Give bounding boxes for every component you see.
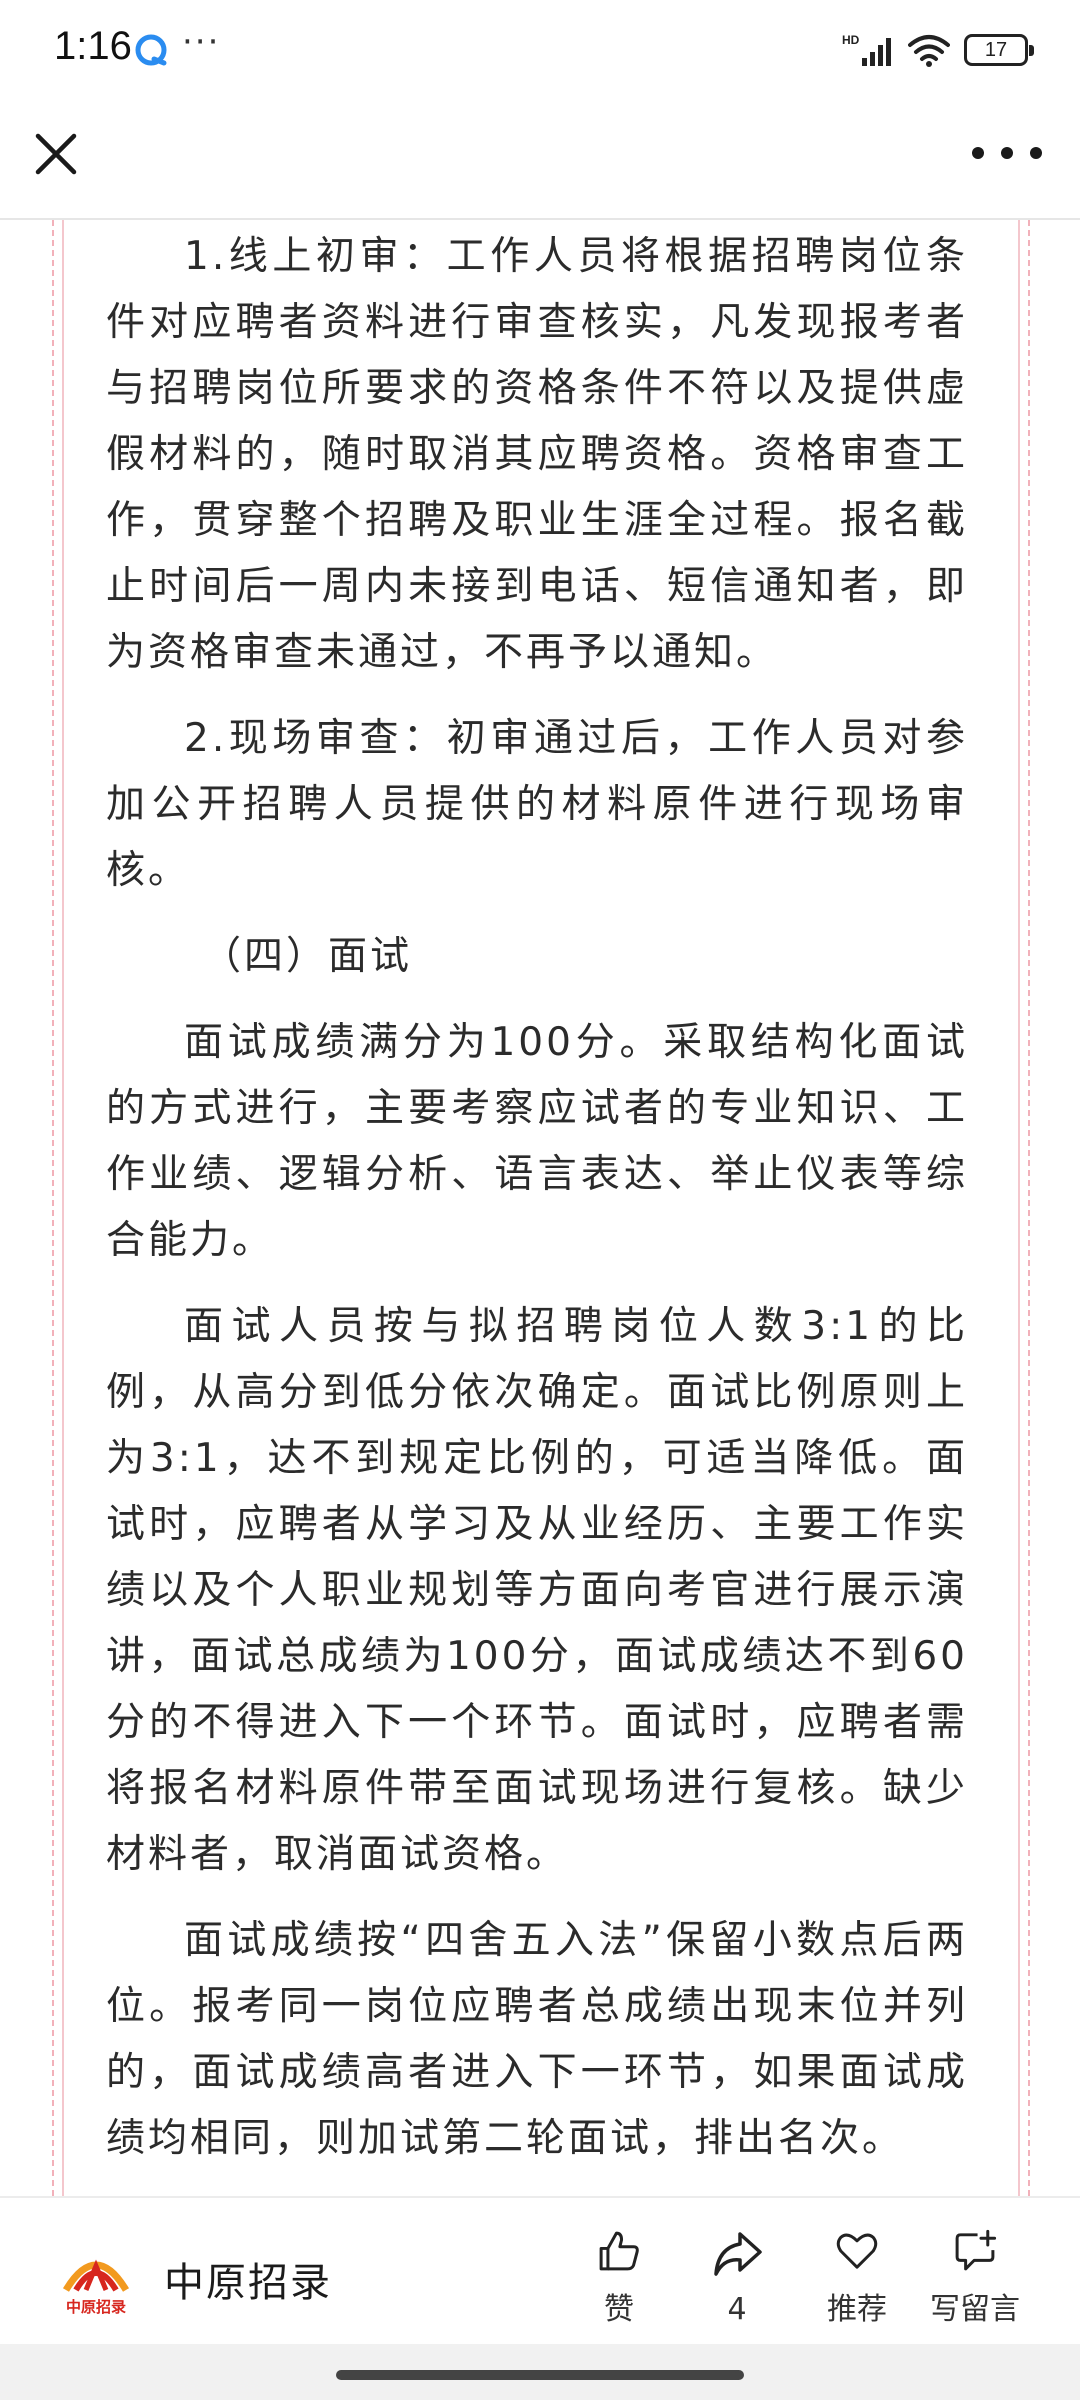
article-body[interactable]: 1.线上初审：工作人员将根据招聘岗位条件对应聘者资料进行审查核实，凡发现报考者与… <box>0 220 1080 2196</box>
status-indicators: HD 17 <box>842 30 1034 70</box>
close-icon[interactable] <box>26 124 86 184</box>
share-icon <box>714 2232 762 2276</box>
account-logo-text: 中原招录 <box>66 2298 126 2316</box>
share-count: 4 <box>727 2292 747 2327</box>
network-type-label: HD <box>842 33 860 47</box>
recommend-label: 推荐 <box>827 2292 887 2327</box>
frame-border-right-outer <box>1028 220 1030 2196</box>
paragraph-interview-score: 面试成绩满分为100分。采取结构化面试的方式进行，主要考察应试者的专业知识、工作… <box>106 1020 968 1263</box>
account-logo[interactable]: 中原招录 <box>58 2242 134 2318</box>
account-name[interactable]: 中原招录 <box>164 2250 332 2308</box>
status-bar: 1:16 ··· HD 17 <box>0 0 1080 100</box>
paragraph-onsite-review: 2.现场审查：初审通过后，工作人员对参加公开招聘人员提供的材料原件进行现场审核。 <box>106 716 968 893</box>
status-time: 1:16 <box>54 24 132 68</box>
frame-border-left-inner <box>62 220 64 2196</box>
frame-border-right-inner <box>1018 220 1020 2196</box>
article-content: 1.线上初审：工作人员将根据招聘岗位条件对应聘者资料进行审查核实，凡发现报考者与… <box>106 224 968 2192</box>
app-notification-icon <box>135 34 167 66</box>
thumbs-up-icon <box>599 2231 639 2271</box>
heart-icon <box>836 2233 878 2269</box>
more-icon[interactable] <box>972 128 1042 178</box>
comment-add-icon <box>955 2229 997 2271</box>
paragraph-interview-ratio: 面试人员按与拟招聘岗位人数3:1的比例，从高分到低分依次确定。面试比例原则上为3… <box>106 1304 968 1877</box>
frame-border-left-outer <box>52 220 54 2196</box>
wifi-icon <box>908 35 950 67</box>
nav-bar <box>0 100 1080 220</box>
signal-icon: HD <box>842 33 891 66</box>
write-comment-label: 写留言 <box>930 2292 1020 2327</box>
like-button[interactable]: 赞 <box>564 2228 674 2328</box>
section-heading-interview: （四）面试 <box>202 934 413 979</box>
battery-level: 17 <box>984 38 1008 61</box>
paragraph-online-review: 1.线上初审：工作人员将根据招聘岗位条件对应聘者资料进行审查核实，凡发现报考者与… <box>106 234 968 675</box>
like-label: 赞 <box>604 2292 634 2327</box>
home-indicator[interactable] <box>336 2370 744 2380</box>
battery-icon: 17 <box>964 34 1034 66</box>
share-button[interactable]: 4 <box>682 2228 792 2328</box>
recommend-button[interactable]: 推荐 <box>802 2228 912 2328</box>
gesture-nav-area <box>0 2344 1080 2400</box>
write-comment-button[interactable]: 写留言 <box>920 2228 1030 2328</box>
paragraph-score-rounding: 面试成绩按“四舍五入法”保留小数点后两位。报考同一岗位应聘者总成绩出现末位并列的… <box>106 1918 968 2161</box>
bottom-action-bar: 中原招录 中原招录 赞 4 推荐 写留言 <box>0 2196 1080 2346</box>
status-more-dots: ··· <box>182 22 221 62</box>
